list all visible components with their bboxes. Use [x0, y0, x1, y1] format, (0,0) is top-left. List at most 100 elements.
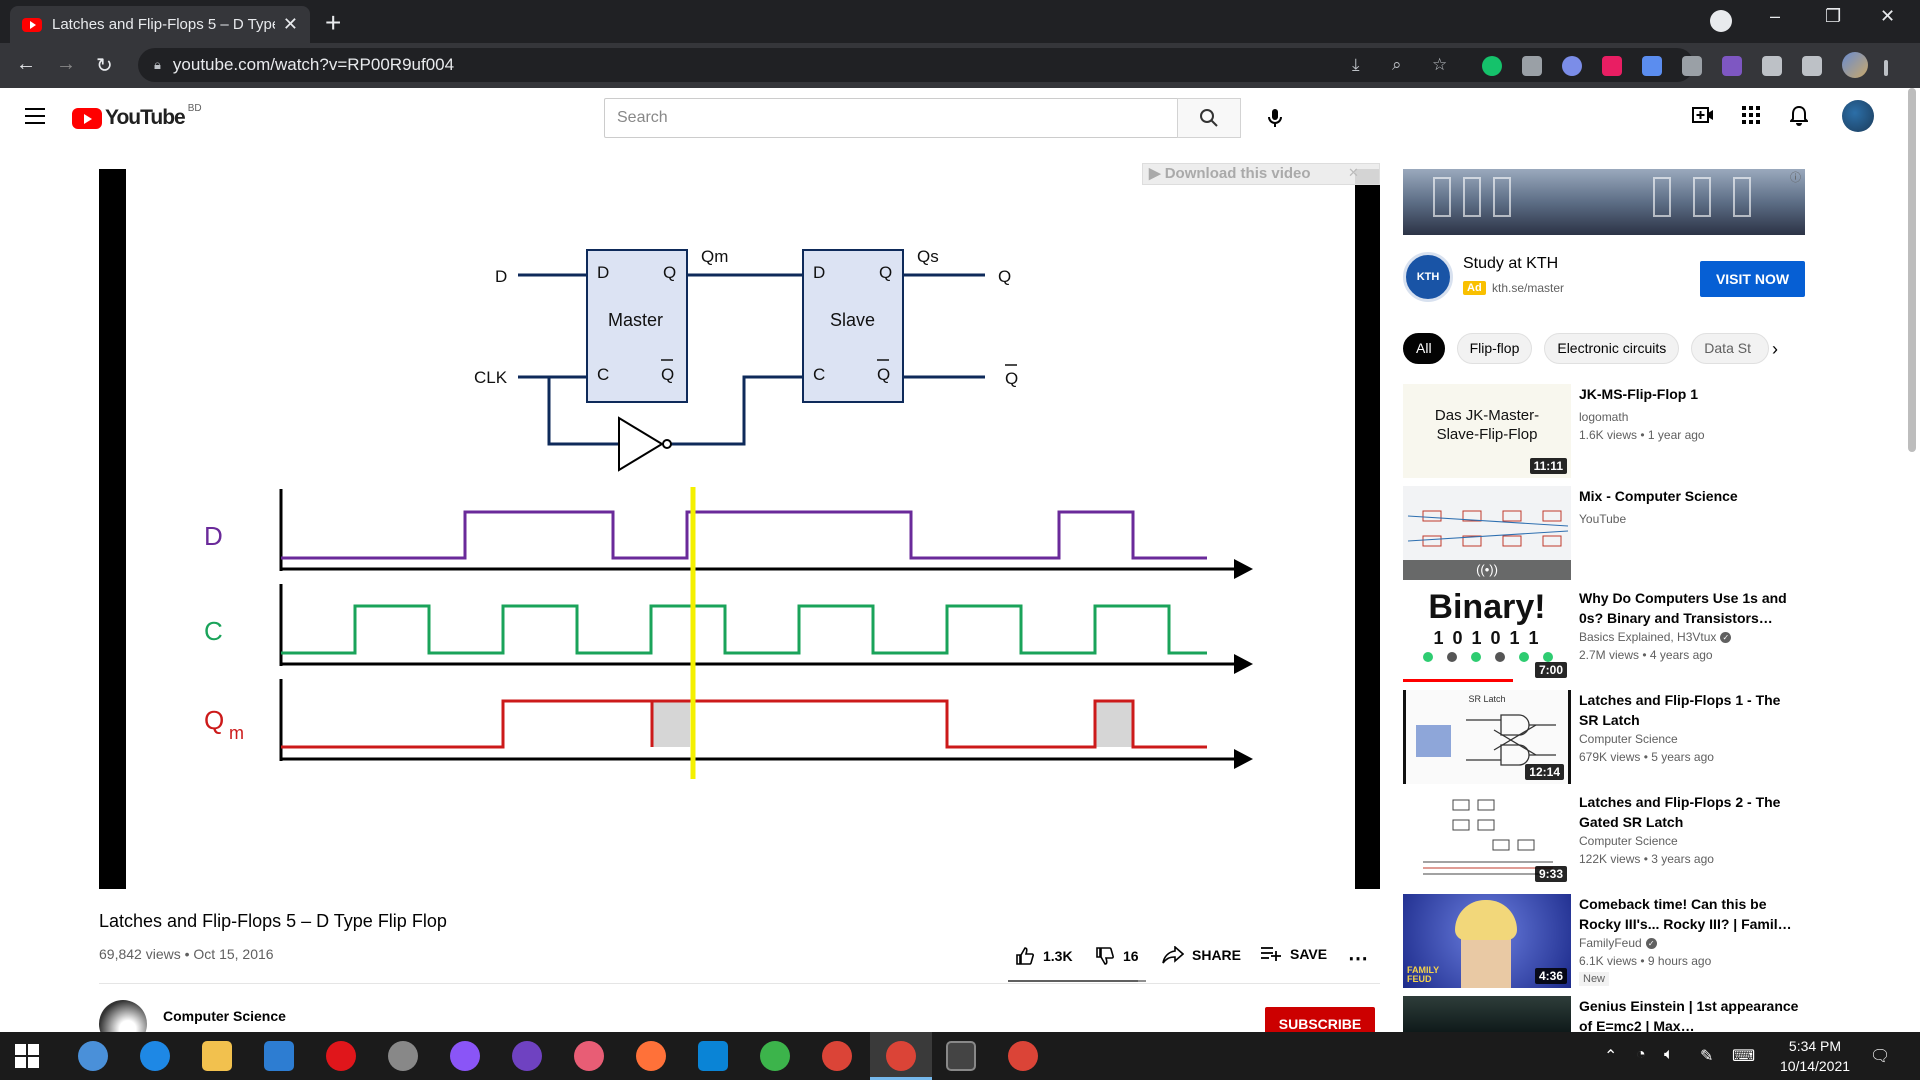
install-app-icon[interactable]: ⤓	[1352, 55, 1360, 75]
list-item[interactable]: 9:33 Latches and Flip-Flops 2 - The Gate…	[1403, 792, 1805, 886]
bookmark-star-icon[interactable]: ☆	[1432, 55, 1447, 75]
restore-icon[interactable]: ❐	[1825, 6, 1841, 27]
grammarly-extension-icon[interactable]	[1482, 56, 1502, 76]
zoom-icon[interactable]: ⌕	[1392, 55, 1402, 75]
video-player[interactable]: D CLK D Q C Q Master Qm D Q C Q Slave Qs…	[99, 169, 1380, 889]
ad-info-icon[interactable]: ⓘ	[1790, 169, 1801, 185]
address-bar[interactable]: 🔒︎ youtube.com/watch?v=RP00R9uf004	[138, 48, 1694, 82]
firefox-icon[interactable]	[636, 1041, 666, 1071]
tab-search-icon[interactable]	[1710, 10, 1732, 32]
video-thumbnail[interactable]: ((•))	[1403, 486, 1571, 580]
channel-name[interactable]: Computer Science	[163, 1008, 286, 1024]
chip-data-structures[interactable]: Data St	[1691, 333, 1770, 364]
browser-tab[interactable]: Latches and Flip-Flops 5 – D Type Flip F…	[10, 6, 310, 43]
terminal-icon[interactable]	[946, 1041, 976, 1071]
chrome-menu-icon[interactable]	[1884, 60, 1888, 76]
qm-trace-subscript: m	[229, 723, 244, 743]
dislike-button[interactable]: 16	[1095, 946, 1139, 966]
list-item[interactable]: SR Latch 12:14 Latches and Flip-Flops 1 …	[1403, 690, 1805, 784]
mail-icon[interactable]	[264, 1041, 294, 1071]
create-video-icon[interactable]	[1692, 106, 1714, 130]
tab-close-icon[interactable]: ✕	[283, 14, 298, 35]
list-item[interactable]: ((•)) Mix - Computer Science YouTube	[1403, 486, 1805, 580]
chip-electronic-circuits[interactable]: Electronic circuits	[1544, 333, 1680, 364]
apps-grid-icon[interactable]	[1742, 106, 1760, 130]
lock-icon[interactable]: 🔒︎	[154, 57, 161, 73]
pen-extension-icon[interactable]	[1722, 56, 1742, 76]
opera-icon[interactable]	[326, 1041, 356, 1071]
network-icon[interactable]: ◔	[1636, 1046, 1646, 1064]
chip-all[interactable]: All	[1403, 333, 1445, 364]
rec-meta: 1.6K views • 1 year ago	[1579, 428, 1705, 442]
inverter-bubble	[662, 439, 672, 449]
system-clock[interactable]: 5:34 PM 10/14/2021	[1760, 1036, 1870, 1076]
pen-icon[interactable]: ✎	[1700, 1046, 1713, 1066]
input-d-label: D	[495, 267, 507, 286]
chrome-profile-avatar[interactable]	[1842, 52, 1868, 78]
download-video-button[interactable]: ▶ Download this video	[1142, 163, 1380, 185]
close-window-icon[interactable]: ✕	[1880, 6, 1895, 27]
video-thumbnail[interactable]: 9:33	[1403, 792, 1571, 886]
minimize-icon[interactable]: –	[1770, 6, 1780, 27]
new-tab-icon[interactable]: +	[325, 7, 341, 39]
download-overlay-close-icon[interactable]: ✕	[1348, 165, 1359, 181]
menu-icon[interactable]	[25, 108, 45, 124]
rec-channel: Computer Science	[1579, 834, 1678, 848]
like-button[interactable]: 1.3K	[1015, 946, 1073, 966]
reload-icon[interactable]: ↻	[96, 53, 113, 78]
reading-list-icon[interactable]	[1802, 56, 1822, 76]
screen-extension-icon[interactable]	[1682, 56, 1702, 76]
play-extension-icon[interactable]	[1602, 56, 1622, 76]
save-button[interactable]: SAVE	[1260, 946, 1327, 962]
chrome-active-icon[interactable]	[886, 1041, 916, 1071]
volume-icon[interactable]: 🔈︎	[1664, 1046, 1674, 1064]
messenger-icon[interactable]	[450, 1041, 480, 1071]
windows-start-icon[interactable]	[15, 1044, 39, 1068]
chrome-icon[interactable]	[822, 1041, 852, 1071]
chevron-right-icon[interactable]: ›	[1772, 339, 1778, 360]
more-actions-icon[interactable]: ⋯	[1348, 946, 1368, 971]
list-item[interactable]: FAMILY FEUD 4:36 Comeback time! Can this…	[1403, 894, 1805, 988]
vscode-icon[interactable]	[698, 1041, 728, 1071]
video-thumbnail[interactable]: SR Latch 12:14	[1403, 690, 1571, 784]
voice-search-button[interactable]	[1255, 98, 1295, 138]
chip-flip-flop[interactable]: Flip-flop	[1456, 333, 1533, 364]
app-icon[interactable]	[574, 1041, 604, 1071]
rec-channel: Computer Science	[1579, 732, 1678, 746]
chrome-profile-icon[interactable]	[1008, 1041, 1038, 1071]
extension-icon[interactable]	[1562, 56, 1582, 76]
list-item[interactable]: Binary! 1 0 1 0 1 1 7:00 Why Do Computer…	[1403, 588, 1805, 682]
show-hidden-icons-icon[interactable]: ⌃	[1604, 1046, 1617, 1066]
list-item[interactable]: Genius Einstein | 1st appearance of E=mc…	[1403, 996, 1805, 1032]
forward-icon[interactable]: →	[56, 53, 76, 76]
video-thumbnail[interactable]	[1403, 996, 1571, 1032]
page-scrollbar[interactable]	[1908, 88, 1916, 452]
search-button[interactable]	[1177, 98, 1241, 138]
edge-icon[interactable]	[140, 1041, 170, 1071]
ad-title[interactable]: Study at KTH	[1463, 255, 1558, 273]
github-icon[interactable]	[512, 1041, 542, 1071]
file-explorer-icon[interactable]	[202, 1041, 232, 1071]
video-thumbnail[interactable]: FAMILY FEUD 4:36	[1403, 894, 1571, 988]
video-thumbnail[interactable]: Das JK-Master- Slave-Flip-Flop 11:11	[1403, 384, 1571, 478]
back-icon[interactable]: ←	[16, 53, 36, 76]
user-avatar[interactable]	[1842, 100, 1874, 132]
camera-extension-icon[interactable]	[1522, 56, 1542, 76]
notifications-bell-icon[interactable]	[1788, 105, 1810, 132]
download-extension-icon[interactable]	[1642, 56, 1662, 76]
kth-logo[interactable]: KTH	[1403, 252, 1453, 302]
notification-center-icon[interactable]: 🗨︎	[1870, 1046, 1890, 1066]
qbittorrent-icon[interactable]	[78, 1041, 108, 1071]
share-button[interactable]: SHARE	[1162, 946, 1241, 964]
extensions-puzzle-icon[interactable]	[1762, 56, 1782, 76]
youtube-logo[interactable]: YouTube BD	[72, 103, 202, 130]
visit-now-button[interactable]: VISIT NOW	[1700, 261, 1805, 297]
video-thumbnail[interactable]: Binary! 1 0 1 0 1 1 7:00	[1403, 588, 1571, 682]
keyboard-icon[interactable]: ⌨	[1732, 1046, 1755, 1066]
app-icon[interactable]	[760, 1041, 790, 1071]
flip-flop-diagram: D CLK D Q C Q Master Qm D Q C Q Slave Qs…	[204, 247, 1253, 779]
list-item[interactable]: Das JK-Master- Slave-Flip-Flop 11:11 JK-…	[1403, 384, 1805, 478]
satellite-app-icon[interactable]	[388, 1041, 418, 1071]
search-input[interactable]: Search	[604, 98, 1178, 138]
ad-banner-image[interactable]	[1403, 169, 1805, 235]
